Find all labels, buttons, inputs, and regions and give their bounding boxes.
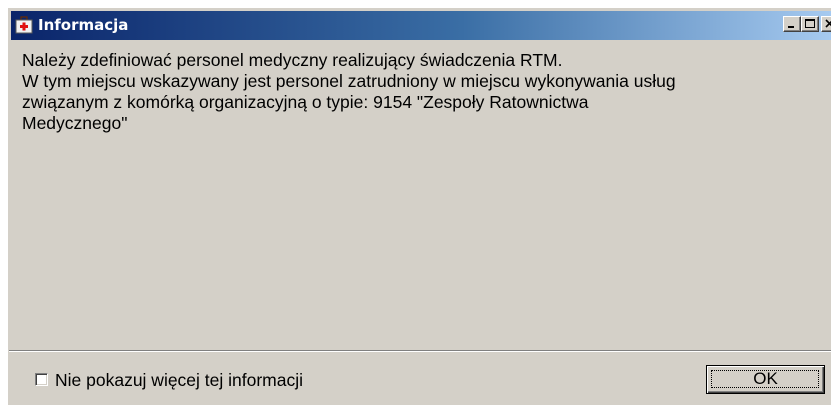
- first-aid-kit-icon: [15, 16, 33, 34]
- maximize-button[interactable]: [801, 16, 819, 32]
- dont-show-again-label[interactable]: Nie pokazuj więcej tej informacji: [55, 370, 303, 390]
- maximize-icon: [805, 19, 815, 28]
- dont-show-again-checkbox[interactable]: [35, 373, 48, 386]
- information-dialog: Informacja Należy zdefiniować personel m…: [8, 8, 831, 405]
- ok-button[interactable]: OK: [706, 365, 825, 394]
- ok-button-label: OK: [753, 369, 778, 388]
- message-line: związanym z komórką organizacyjną o typi…: [22, 92, 589, 112]
- message-line: Medycznego": [22, 113, 128, 133]
- minimize-button[interactable]: [783, 16, 801, 32]
- title-bar[interactable]: Informacja: [11, 11, 831, 40]
- footer-separator: [9, 350, 831, 352]
- minimize-icon: [788, 26, 794, 28]
- message-line: Należy zdefiniować personel medyczny rea…: [22, 50, 563, 70]
- close-icon: [825, 19, 831, 28]
- close-button[interactable]: [821, 16, 831, 32]
- message-line: W tym miejscu wskazywany jest personel z…: [22, 71, 676, 91]
- dialog-title: Informacja: [38, 16, 129, 34]
- message-text: Należy zdefiniować personel medyczny rea…: [22, 50, 822, 134]
